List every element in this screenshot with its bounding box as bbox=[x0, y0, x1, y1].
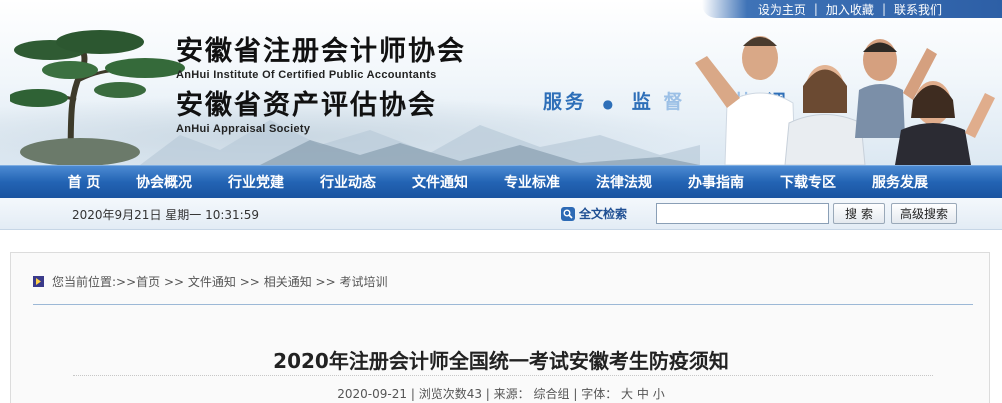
breadcrumb-sep: >> bbox=[160, 274, 188, 289]
search-input[interactable] bbox=[656, 203, 829, 224]
link-separator: | bbox=[881, 2, 886, 16]
top-links-bar: 设为主页 | 加入收藏 | 联系我们 bbox=[702, 0, 1002, 18]
font-size-small[interactable]: 小 bbox=[653, 387, 665, 401]
nav-about[interactable]: 协会概况 bbox=[118, 172, 210, 192]
divider bbox=[33, 304, 973, 305]
slogan-word-1: 服务 bbox=[543, 91, 588, 113]
location-icon bbox=[33, 276, 44, 287]
nav-downloads[interactable]: 下载专区 bbox=[762, 172, 854, 192]
site-title-cn: 安徽省注册会计师协会 bbox=[176, 36, 466, 67]
breadcrumb-sep: >> bbox=[235, 274, 264, 289]
breadcrumb-prefix: 您当前位置:>> bbox=[52, 275, 137, 289]
font-size-medium[interactable]: 中 bbox=[637, 387, 649, 401]
info-search-bar: 2020年9月21日 星期一 10:31:59 全文检索 搜索 高级搜索 bbox=[0, 198, 1002, 230]
article-views: 浏览次数43 bbox=[418, 387, 482, 401]
nav-home[interactable]: 首 页 bbox=[50, 172, 118, 192]
current-datetime: 2020年9月21日 星期一 10:31:59 bbox=[72, 208, 259, 222]
site-title-en: AnHui Institute Of Certified Public Acco… bbox=[176, 69, 437, 81]
nav-laws[interactable]: 法律法规 bbox=[578, 172, 670, 192]
article-source: 综合组 bbox=[533, 387, 570, 401]
nav-standards[interactable]: 专业标准 bbox=[486, 172, 578, 192]
set-homepage-link[interactable]: 设为主页 bbox=[750, 1, 814, 18]
font-size-large[interactable]: 大 bbox=[621, 387, 633, 401]
search-icon bbox=[561, 206, 575, 221]
article-meta: 2020-09-21 | 浏览次数43 | 来源： 综合组 | 字体： 大 中 … bbox=[337, 387, 665, 401]
search-label-text: 全文检索 bbox=[579, 207, 628, 221]
breadcrumb-exam[interactable]: 考试培训 bbox=[339, 273, 387, 290]
search-button[interactable]: 搜索 bbox=[833, 203, 885, 224]
people-photo bbox=[695, 36, 995, 165]
article-title: 2020年注册会计师全国统一考试安徽考生防疫须知 bbox=[273, 349, 729, 373]
nav-guide[interactable]: 办事指南 bbox=[670, 172, 762, 192]
breadcrumb-related[interactable]: 相关通知 bbox=[264, 273, 312, 290]
article-source-label: 来源： bbox=[493, 387, 530, 401]
breadcrumb: 您当前位置:>> 首页 >> 文件通知 >> 相关通知 >> 考试培训 bbox=[33, 273, 387, 290]
site-title-en-2: AnHui Appraisal Society bbox=[176, 123, 311, 135]
font-size-label: 字体： bbox=[581, 387, 618, 401]
nav-industry-news[interactable]: 行业动态 bbox=[302, 172, 394, 192]
main-nav: 首 页 协会概况 行业党建 行业动态 文件通知 专业标准 法律法规 办事指南 下… bbox=[0, 165, 1002, 198]
link-separator: | bbox=[813, 2, 818, 16]
nav-party-building[interactable]: 行业党建 bbox=[210, 172, 302, 192]
slogan-dot: ● bbox=[602, 97, 617, 111]
slogan-word-2: 监 bbox=[631, 91, 654, 113]
site-title-cn-2: 安徽省资产评估协会 bbox=[176, 90, 437, 121]
contact-us-link[interactable]: 联系我们 bbox=[886, 1, 950, 18]
dotted-divider bbox=[73, 375, 933, 376]
nav-service-dev[interactable]: 服务发展 bbox=[854, 172, 946, 192]
breadcrumb-home[interactable]: 首页 bbox=[136, 273, 160, 290]
advanced-search-button[interactable]: 高级搜索 bbox=[891, 203, 957, 224]
article-container: 您当前位置:>> 首页 >> 文件通知 >> 相关通知 >> 考试培训 2020… bbox=[10, 252, 990, 403]
breadcrumb-sep: >> bbox=[311, 274, 340, 289]
breadcrumb-notices[interactable]: 文件通知 bbox=[188, 273, 236, 290]
article-date: 2020-09-21 bbox=[337, 387, 407, 401]
site-title-block: 安徽省注册会计师协会 AnHui Institute Of Certified … bbox=[176, 36, 466, 136]
nav-notices[interactable]: 文件通知 bbox=[394, 172, 486, 192]
header-banner: 安徽省注册会计师协会 AnHui Institute Of Certified … bbox=[0, 0, 1002, 165]
fulltext-search-label[interactable]: 全文检索 bbox=[561, 205, 627, 222]
add-favorite-link[interactable]: 加入收藏 bbox=[818, 1, 882, 18]
